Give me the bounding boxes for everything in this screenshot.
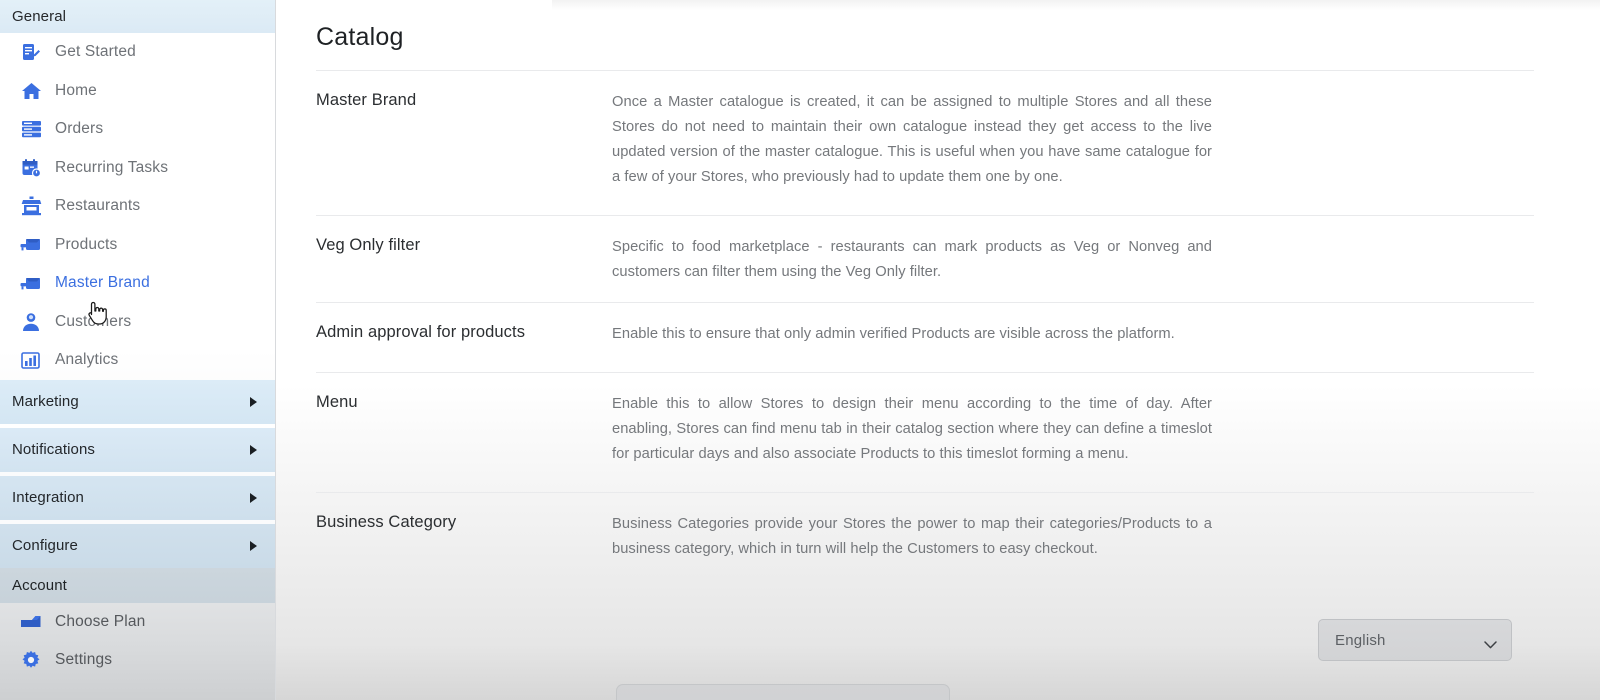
sidebar-item-label: Choose Plan	[55, 612, 146, 630]
setting-label: Business Category	[316, 513, 457, 531]
setting-label: Admin approval for products	[316, 323, 526, 341]
setting-label: Menu	[316, 393, 358, 411]
sidebar: General Get Started Home Orders Recurrin…	[0, 0, 276, 700]
sidebar-category-notifications[interactable]: Notifications	[0, 427, 275, 472]
analytics-icon	[20, 349, 42, 371]
sidebar-section-header-account: Account	[0, 567, 275, 603]
setting-label: Master Brand	[316, 91, 417, 109]
sidebar-item-label: Settings	[55, 651, 113, 669]
sidebar-item-home[interactable]: Home	[0, 72, 275, 111]
settings-list: Master Brand Once a Master catalogue is …	[316, 70, 1534, 587]
sidebar-item-label: Analytics	[55, 351, 119, 369]
sidebar-category-label: Integration	[12, 489, 84, 506]
language-select-value: English	[1335, 631, 1386, 649]
restaurants-icon	[20, 195, 42, 217]
sidebar-item-products[interactable]: Products	[0, 226, 275, 265]
sidebar-item-label: Orders	[55, 120, 104, 138]
sidebar-item-master-brand[interactable]: Master Brand	[0, 264, 275, 303]
sidebar-category-label: Marketing	[12, 393, 79, 410]
sidebar-item-restaurants[interactable]: Restaurants	[0, 187, 275, 226]
page-title: Catalog	[316, 23, 404, 51]
sidebar-section-header-general: General	[0, 0, 275, 33]
sidebar-item-label: Get Started	[55, 43, 136, 61]
sidebar-item-analytics[interactable]: Analytics	[0, 341, 275, 380]
setting-row-menu: Menu Enable this to allow Stores to desi…	[316, 372, 1534, 492]
setting-description: Business Categories provide your Stores …	[612, 516, 1212, 557]
sidebar-section-label: Account	[12, 576, 67, 594]
sidebar-account-items: Choose Plan Settings	[0, 603, 275, 680]
sidebar-item-recurring-tasks[interactable]: Recurring Tasks	[0, 149, 275, 188]
sidebar-item-settings[interactable]: Settings	[0, 641, 275, 680]
gear-icon	[20, 649, 42, 671]
sidebar-item-get-started[interactable]: Get Started	[0, 33, 275, 72]
chevron-right-icon	[250, 444, 257, 455]
setting-description: Specific to food marketplace - restauran…	[612, 239, 1212, 280]
setting-description: Enable this to ensure that only admin ve…	[612, 326, 1175, 342]
sidebar-general-items: Get Started Home Orders Recurring Tasks	[0, 33, 275, 380]
setting-description: Enable this to allow Stores to design th…	[612, 396, 1212, 462]
setting-row-admin-approval: Admin approval for products Enable this …	[316, 302, 1534, 372]
sidebar-section-label: General	[12, 8, 67, 25]
chevron-right-icon	[250, 396, 257, 407]
sidebar-category-configure[interactable]: Configure	[0, 523, 275, 568]
choose-plan-icon	[20, 611, 42, 633]
home-icon	[20, 80, 42, 102]
recurring-tasks-icon	[20, 157, 42, 179]
app-root: General Get Started Home Orders Recurrin…	[0, 0, 1600, 700]
orders-icon	[20, 118, 42, 140]
products-icon	[20, 234, 42, 256]
setting-label: Veg Only filter	[316, 236, 421, 254]
get-started-icon	[20, 41, 42, 63]
sidebar-item-customers[interactable]: Customers	[0, 303, 275, 342]
sidebar-item-orders[interactable]: Orders	[0, 110, 275, 149]
setting-row-veg-only-filter: Veg Only filter Specific to food marketp…	[316, 215, 1534, 302]
setting-description: Once a Master catalogue is created, it c…	[612, 94, 1212, 185]
sidebar-category-integration[interactable]: Integration	[0, 475, 275, 520]
sidebar-item-choose-plan[interactable]: Choose Plan	[0, 603, 275, 642]
sidebar-category-label: Notifications	[12, 441, 96, 458]
main-content: Catalog Master Brand Once a Master catal…	[276, 0, 1600, 700]
chevron-right-icon	[250, 492, 257, 503]
sidebar-category-label: Configure	[12, 537, 78, 554]
bottom-partial-card	[616, 684, 950, 700]
sidebar-item-label: Master Brand	[55, 274, 150, 292]
sidebar-category-marketing[interactable]: Marketing	[0, 379, 275, 424]
setting-row-business-category: Business Category Business Categories pr…	[316, 492, 1534, 587]
top-fade-strip	[552, 0, 1600, 10]
sidebar-item-label: Customers	[55, 312, 132, 330]
customers-icon	[20, 311, 42, 333]
sidebar-item-label: Home	[55, 81, 97, 99]
sidebar-item-label: Restaurants	[55, 197, 141, 215]
master-brand-icon	[20, 272, 42, 294]
setting-row-master-brand: Master Brand Once a Master catalogue is …	[316, 70, 1534, 215]
chevron-down-icon	[1484, 636, 1497, 649]
sidebar-item-label: Recurring Tasks	[55, 158, 169, 176]
chevron-right-icon	[250, 540, 257, 551]
sidebar-item-label: Products	[55, 235, 118, 253]
language-select[interactable]: English	[1318, 619, 1512, 661]
